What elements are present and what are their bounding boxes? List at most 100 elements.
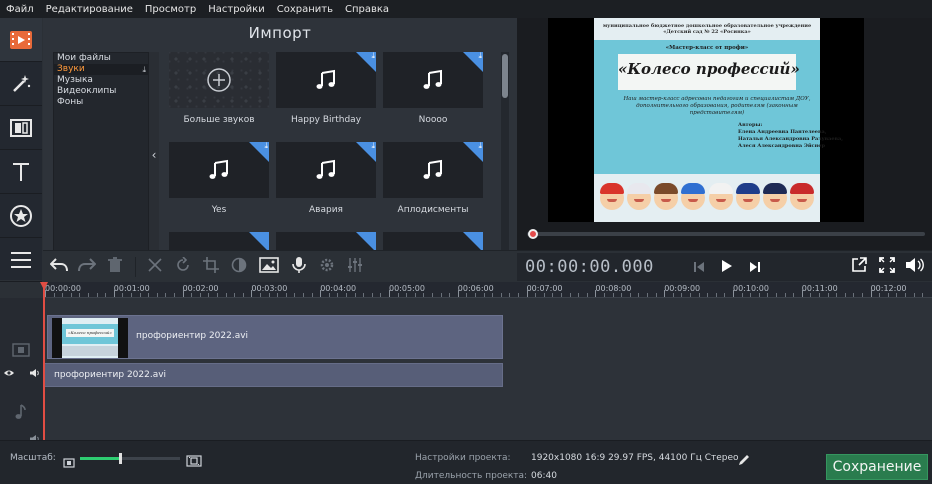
category-backgrounds[interactable]: Фоны <box>54 97 148 108</box>
menu-settings[interactable]: Настройки <box>202 4 270 15</box>
tile-sound[interactable]: ⤓ Happy Birthday <box>276 52 376 128</box>
tile-label: Больше звуков <box>183 115 255 125</box>
zoom-out-icon[interactable] <box>63 453 75 472</box>
thumbnail-title: «Колесо профессий» <box>66 329 114 337</box>
tile-label: Yes <box>211 205 227 215</box>
timeline-tracks: «Колесо профессий» профориентир 2022.avi… <box>43 298 932 440</box>
eye-icon[interactable] <box>4 362 14 381</box>
tile-thumbnail <box>383 232 483 250</box>
collapse-panel-button[interactable]: ‹ <box>149 52 159 257</box>
ruler-tick <box>827 293 829 297</box>
tile-sound[interactable]: ⤓ Yes <box>169 142 269 218</box>
insert-image-button[interactable] <box>257 255 281 279</box>
trash-icon <box>108 257 122 277</box>
detach-preview-button[interactable] <box>847 255 871 279</box>
tile-sound[interactable]: ⤓ Аплодисменты <box>383 142 483 218</box>
ruler-tick <box>922 293 924 297</box>
next-frame-button[interactable] <box>743 255 767 279</box>
edit-settings-button[interactable] <box>738 451 750 470</box>
tile-sound[interactable] <box>169 232 269 250</box>
ruler-tick <box>836 293 838 297</box>
menu-view[interactable]: Просмотр <box>139 4 202 15</box>
category-sounds[interactable]: Звуки ⤓ <box>54 64 148 75</box>
cut-button[interactable] <box>143 255 167 279</box>
zoom-slider-handle[interactable] <box>119 453 122 464</box>
tiles-scrollbar[interactable] <box>501 52 509 250</box>
ruler-tick <box>285 293 287 297</box>
playhead-line[interactable] <box>43 282 45 440</box>
tile-sound[interactable]: ⤓ Авария <box>276 142 376 218</box>
tile-thumbnail: ⤓ <box>276 52 376 108</box>
ruler-tick <box>810 293 812 297</box>
clip-properties-button[interactable] <box>315 255 339 279</box>
ruler-tick <box>509 293 511 297</box>
ruler-tick <box>354 293 356 297</box>
delete-button[interactable] <box>103 255 127 279</box>
category-my-files[interactable]: Мои файлы <box>54 53 148 64</box>
rail-titles-button[interactable] <box>0 150 42 194</box>
ruler-tick <box>879 293 881 297</box>
menu-save[interactable]: Сохранить <box>271 4 339 15</box>
timeline-ruler[interactable]: 00:00:00 00:01:00 00:02:00 00:03:00 00:04:00… <box>43 282 932 298</box>
video-track-speaker-icon[interactable] <box>30 362 40 381</box>
undo-button[interactable] <box>47 255 71 279</box>
zoom-label: Масштаб: <box>10 453 56 463</box>
ruler-tick <box>595 290 597 297</box>
rail-more-button[interactable] <box>0 238 42 282</box>
crop-button[interactable] <box>199 255 223 279</box>
gear-icon <box>319 257 335 277</box>
ruler-tick <box>664 290 666 297</box>
ruler-tick <box>750 293 752 297</box>
volume-button[interactable] <box>903 255 927 279</box>
play-button[interactable] <box>715 255 739 279</box>
ruler-tick <box>475 293 476 297</box>
ruler-tick <box>801 290 803 297</box>
tile-more-sounds[interactable]: Больше звуков <box>169 52 269 128</box>
menu-edit[interactable]: Редактирование <box>40 4 139 15</box>
tile-sound[interactable] <box>383 232 483 250</box>
ruler-tick <box>199 293 201 297</box>
rotate-icon <box>175 256 191 277</box>
slide-header: муниципальное бюджетное дошкольное образ… <box>602 23 812 35</box>
ruler-tick <box>638 293 640 297</box>
previous-frame-button[interactable] <box>687 255 711 279</box>
tile-sound[interactable]: ⤓ Noooo <box>383 52 483 128</box>
zoom-in-icon[interactable] <box>186 452 202 471</box>
ruler-tick <box>526 290 528 297</box>
record-voice-button[interactable] <box>287 255 311 279</box>
ruler-tick <box>320 290 322 297</box>
equalizer-button[interactable] <box>343 255 367 279</box>
rotate-button[interactable] <box>171 255 195 279</box>
music-track-icon <box>14 404 26 424</box>
menu-help[interactable]: Справка <box>339 4 395 15</box>
rail-transitions-button[interactable] <box>0 106 42 150</box>
rail-stickers-button[interactable] <box>0 194 42 238</box>
scrollbar-thumb[interactable] <box>502 54 508 98</box>
ruler-tick <box>174 293 175 297</box>
redo-button[interactable] <box>75 255 99 279</box>
import-panel: Импорт Мои файлы Звуки ⤓ Музыка Видеоклип… <box>43 18 517 257</box>
track-headers <box>0 298 43 443</box>
tile-sound[interactable] <box>276 232 376 250</box>
save-button[interactable]: Сохранение <box>826 454 928 480</box>
rail-import-button[interactable] <box>0 18 42 62</box>
ruler-tick <box>311 293 313 297</box>
preview-panel: муниципальное бюджетное дошкольное образ… <box>517 18 932 250</box>
category-music[interactable]: Музыка <box>54 75 148 86</box>
color-adjust-button[interactable] <box>227 255 251 279</box>
rail-filters-button[interactable] <box>0 62 42 106</box>
ruler-tick <box>715 293 717 297</box>
menu-file[interactable]: Файл <box>0 4 40 15</box>
ruler-tick <box>79 293 81 297</box>
category-list: Мои файлы Звуки ⤓ Музыка Видеоклипы Фоны <box>53 52 149 257</box>
fullscreen-button[interactable] <box>875 255 899 279</box>
preview-seek-bar[interactable] <box>527 232 925 236</box>
seek-handle[interactable] <box>528 229 538 239</box>
category-video-clips[interactable]: Видеоклипы <box>54 86 148 97</box>
equalizer-icon <box>347 257 363 277</box>
video-clip-name: профориентир 2022.avi <box>136 331 249 341</box>
video-clip[interactable]: «Колесо профессий» профориентир 2022.avi <box>47 315 503 359</box>
audio-clip[interactable]: профориентир 2022.avi <box>43 363 503 387</box>
ruler-tick <box>586 293 588 297</box>
download-badge <box>356 232 376 250</box>
